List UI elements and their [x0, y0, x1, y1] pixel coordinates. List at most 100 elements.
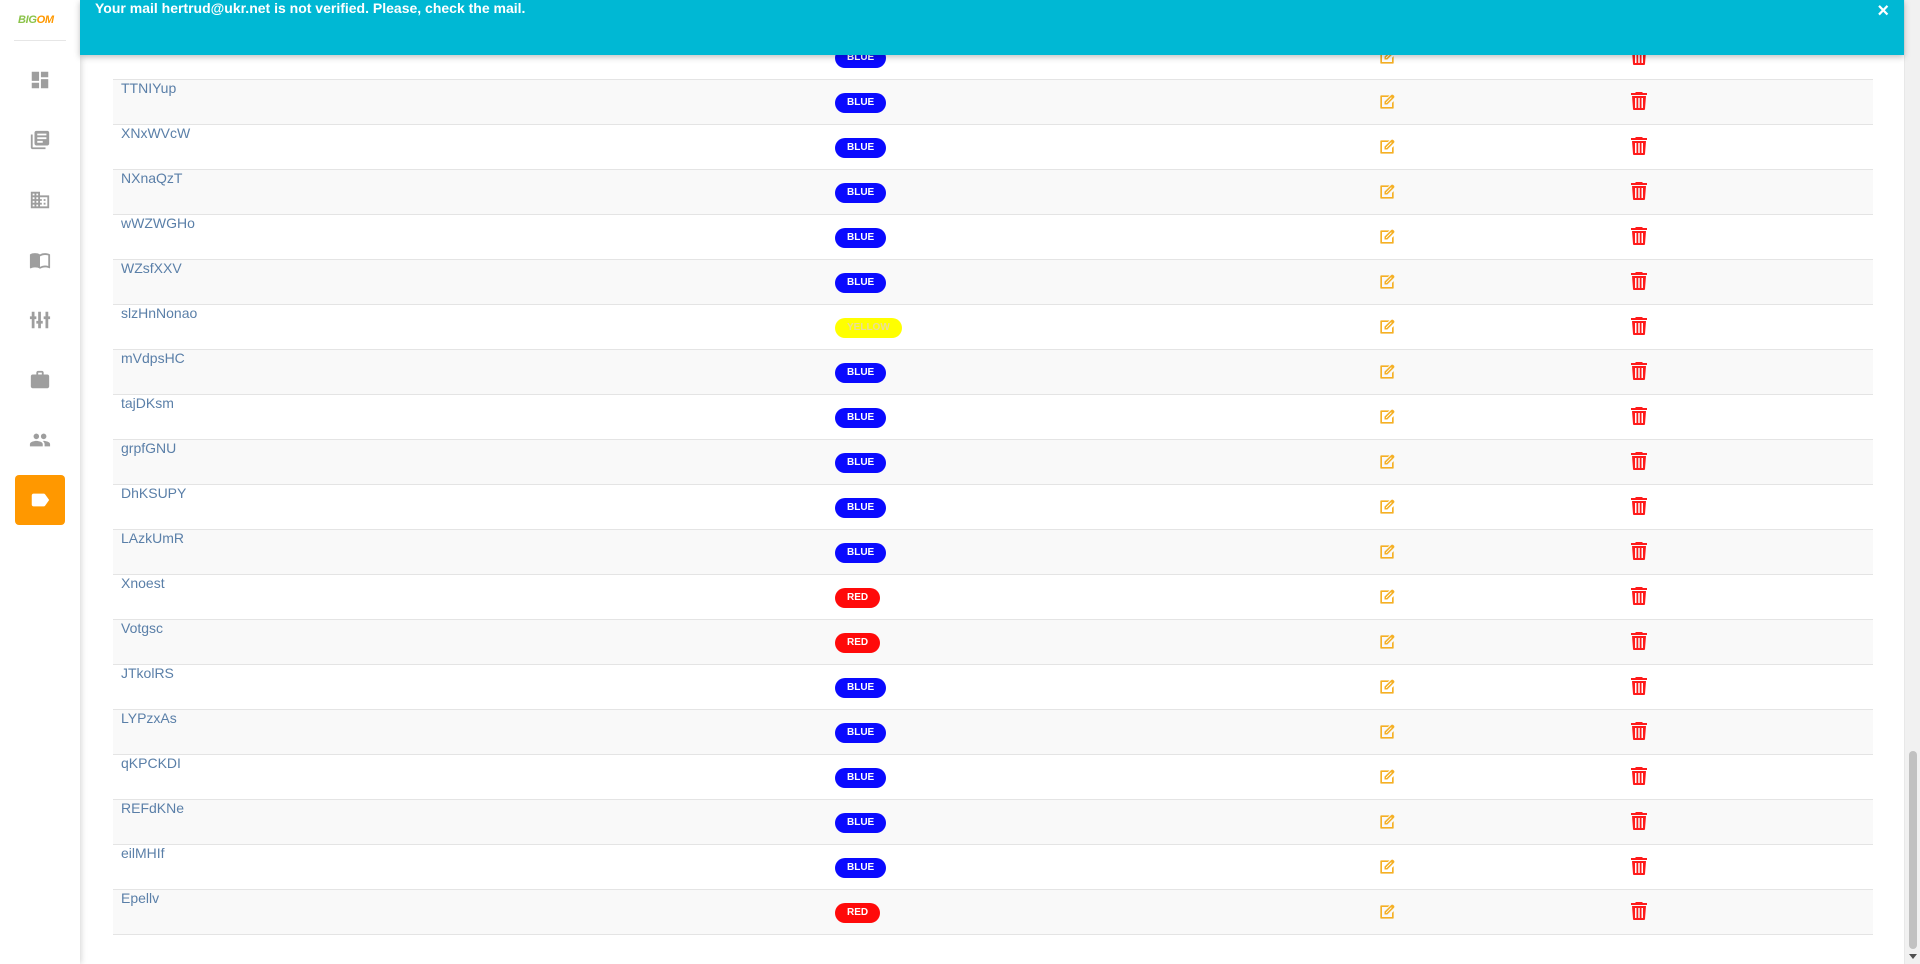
- table-row: XNxWVcW BLUE: [113, 125, 1873, 170]
- tag-color-badge: BLUE: [835, 768, 887, 788]
- table-row: eilMHIf BLUE: [113, 845, 1873, 890]
- edit-icon[interactable]: [1377, 767, 1399, 789]
- edit-icon[interactable]: [1377, 677, 1399, 699]
- tag-color-badge: BLUE: [835, 93, 887, 113]
- delete-icon[interactable]: [1631, 542, 1651, 564]
- sidebar-item-tags[interactable]: [15, 475, 65, 525]
- scroll-down-arrow-icon[interactable]: [1909, 954, 1917, 959]
- delete-icon[interactable]: [1631, 722, 1651, 744]
- delete-icon[interactable]: [1631, 137, 1651, 159]
- table-row: Epellv RED: [113, 890, 1873, 935]
- delete-icon[interactable]: [1631, 227, 1651, 249]
- table-row: slzHnNonao YELLOW: [113, 305, 1873, 350]
- tag-name-link[interactable]: LAzkUmR: [121, 530, 184, 575]
- edit-icon[interactable]: [1377, 812, 1399, 834]
- delete-icon[interactable]: [1631, 272, 1651, 294]
- page-scrollbar[interactable]: [1904, 0, 1920, 964]
- tag-name-link[interactable]: Xnoest: [121, 575, 165, 620]
- tag-name-link[interactable]: grpfGNU: [121, 440, 176, 485]
- logo-divider: [14, 40, 66, 41]
- tag-color-badge: RED: [835, 633, 881, 653]
- tag-name-link[interactable]: REFdKNe: [121, 800, 184, 845]
- delete-icon[interactable]: [1631, 497, 1651, 519]
- delete-icon[interactable]: [1631, 182, 1651, 204]
- edit-icon[interactable]: [1377, 227, 1399, 249]
- tag-color-badge: RED: [835, 588, 881, 608]
- edit-icon[interactable]: [1377, 452, 1399, 474]
- delete-icon[interactable]: [1631, 857, 1651, 879]
- tag-name-link[interactable]: TTNIYup: [121, 80, 176, 125]
- tag-name-link[interactable]: WZsfXXV: [121, 260, 182, 305]
- delete-icon[interactable]: [1631, 767, 1651, 789]
- sidebar: BIGOM: [0, 0, 80, 964]
- tag-color-badge: BLUE: [835, 498, 887, 518]
- edit-icon[interactable]: [1377, 542, 1399, 564]
- tag-name-link[interactable]: XNxWVcW: [121, 125, 190, 170]
- sidebar-item-companies[interactable]: [15, 175, 65, 225]
- email-verification-banner: Your mail hertrud@ukr.net is not verifie…: [80, 0, 1904, 55]
- sidebar-item-settings[interactable]: [15, 295, 65, 345]
- edit-icon[interactable]: [1377, 497, 1399, 519]
- scrollbar-thumb[interactable]: [1909, 751, 1917, 949]
- delete-icon[interactable]: [1631, 452, 1651, 474]
- app-logo[interactable]: BIGOM: [18, 14, 54, 26]
- tag-color-badge: BLUE: [835, 723, 887, 743]
- table-row: wWZWGHo BLUE: [113, 215, 1873, 260]
- sidebar-item-jobs[interactable]: [15, 355, 65, 405]
- close-icon[interactable]: ×: [1877, 0, 1889, 23]
- delete-icon[interactable]: [1631, 587, 1651, 609]
- tag-name-link[interactable]: tajDKsm: [121, 395, 174, 440]
- tag-name-link[interactable]: LYPzxAs: [121, 710, 177, 755]
- edit-icon[interactable]: [1377, 317, 1399, 339]
- logo-text-orange: OM: [36, 14, 54, 26]
- tag-color-badge: BLUE: [835, 138, 887, 158]
- sidebar-item-library[interactable]: [15, 235, 65, 285]
- tag-name-link[interactable]: eilMHIf: [121, 845, 165, 890]
- tag-name-link[interactable]: JTkolRS: [121, 665, 174, 710]
- delete-icon[interactable]: [1631, 677, 1651, 699]
- sidebar-item-articles[interactable]: [15, 115, 65, 165]
- sidebar-item-users[interactable]: [15, 415, 65, 465]
- tag-name-link[interactable]: wWZWGHo: [121, 215, 195, 260]
- delete-icon[interactable]: [1631, 92, 1651, 114]
- delete-icon[interactable]: [1631, 362, 1651, 384]
- tag-color-badge: BLUE: [835, 273, 887, 293]
- edit-icon[interactable]: [1377, 182, 1399, 204]
- edit-icon[interactable]: [1377, 362, 1399, 384]
- table-row: mVdpsHC BLUE: [113, 350, 1873, 395]
- tag-name-link[interactable]: slzHnNonao: [121, 305, 197, 350]
- delete-icon[interactable]: [1631, 407, 1651, 429]
- edit-icon[interactable]: [1377, 272, 1399, 294]
- table-row: qKPCKDI BLUE: [113, 755, 1873, 800]
- edit-icon[interactable]: [1377, 137, 1399, 159]
- delete-icon[interactable]: [1631, 632, 1651, 654]
- delete-icon[interactable]: [1631, 902, 1651, 924]
- tag-color-badge: BLUE: [835, 408, 887, 428]
- delete-icon[interactable]: [1631, 317, 1651, 339]
- edit-icon[interactable]: [1377, 632, 1399, 654]
- tag-name-link[interactable]: NXnaQzT: [121, 170, 182, 215]
- edit-icon[interactable]: [1377, 722, 1399, 744]
- table-row: WZsfXXV BLUE: [113, 260, 1873, 305]
- tag-name-link[interactable]: Votgsc: [121, 620, 163, 665]
- dashboard-icon: [31, 71, 49, 89]
- edit-icon[interactable]: [1377, 857, 1399, 879]
- tag-name-link[interactable]: qKPCKDI: [121, 755, 181, 800]
- main-content: ZOnVvpjBLUETTNIYupBLUEXNxWVcWBLUENXnaQzT…: [80, 0, 1904, 964]
- tag-color-badge: BLUE: [835, 858, 887, 878]
- edit-icon[interactable]: [1377, 902, 1399, 924]
- tag-name-link[interactable]: mVdpsHC: [121, 350, 185, 395]
- tag-name-link[interactable]: Epellv: [121, 890, 159, 935]
- tools-icon: [29, 311, 51, 329]
- tag-color-badge: RED: [835, 903, 881, 923]
- sidebar-item-dashboard[interactable]: [15, 55, 65, 105]
- edit-icon[interactable]: [1377, 407, 1399, 429]
- book-icon: [29, 253, 51, 269]
- tag-color-badge: BLUE: [835, 183, 887, 203]
- tag-name-link[interactable]: DhKSUPY: [121, 485, 186, 530]
- edit-icon[interactable]: [1377, 92, 1399, 114]
- delete-icon[interactable]: [1631, 812, 1651, 834]
- edit-icon[interactable]: [1377, 587, 1399, 609]
- table-row: REFdKNe BLUE: [113, 800, 1873, 845]
- people-icon: [29, 433, 51, 447]
